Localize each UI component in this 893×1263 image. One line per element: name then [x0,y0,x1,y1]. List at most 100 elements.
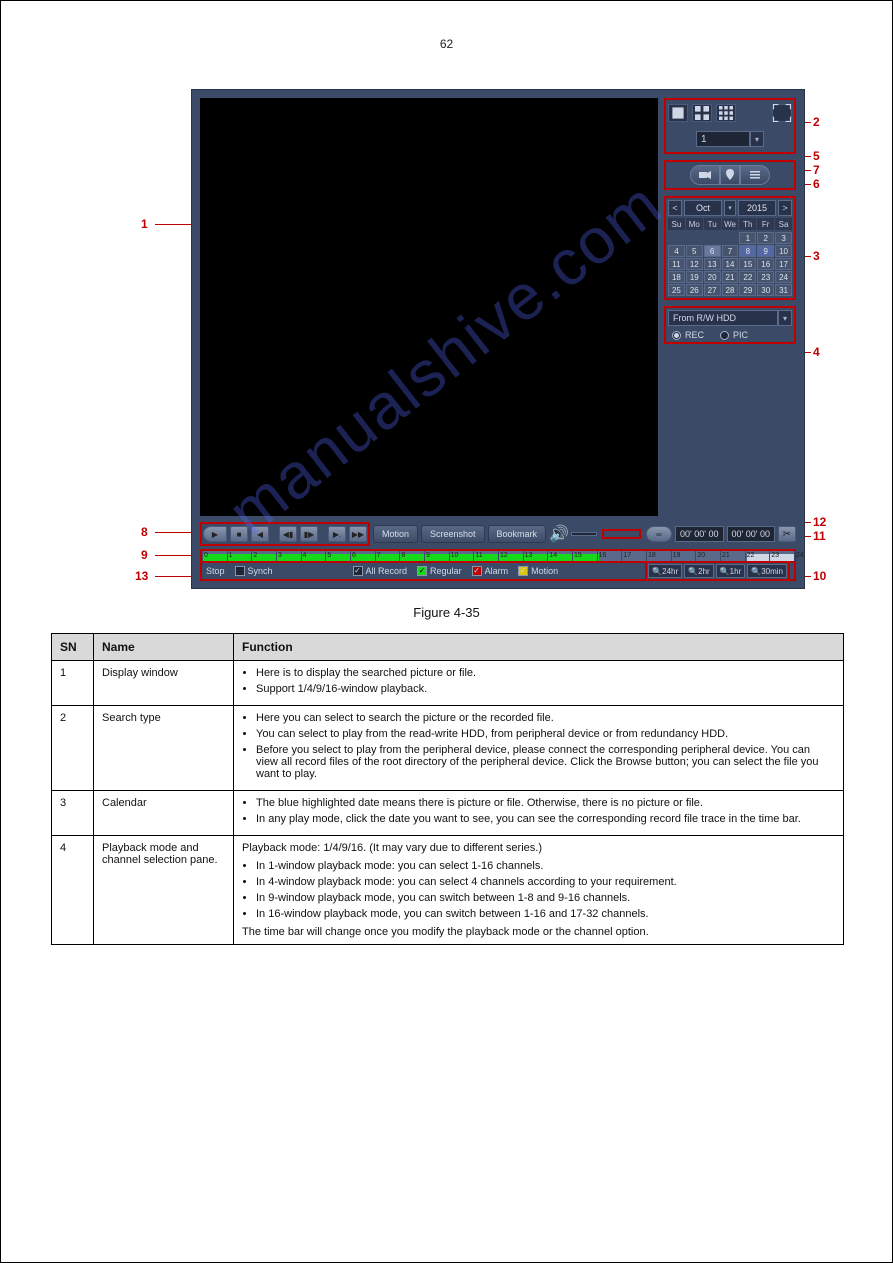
cal-day[interactable]: 8 [739,245,756,257]
list-icon-button[interactable] [740,165,770,185]
axis-toggle-button[interactable]: ∞ [646,526,672,542]
cal-day[interactable]: 25 [668,284,685,296]
marker-icon-button[interactable] [720,165,740,185]
cal-year[interactable]: 2015 [738,200,776,216]
cal-prev-button[interactable]: < [668,200,682,216]
pic-radio[interactable]: PIC [720,330,748,340]
layout-2x2-button[interactable] [692,104,712,122]
cal-day[interactable]: 3 [775,232,792,244]
cal-day [668,232,685,244]
step-back-button[interactable]: ◀▮ [279,526,297,542]
cal-day[interactable]: 29 [739,284,756,296]
layout-3x3-button[interactable] [716,104,736,122]
channel-dropdown-icon[interactable]: ▾ [750,131,764,147]
cal-day[interactable]: 15 [739,258,756,270]
reverse-play-button[interactable]: ◀ [251,526,269,542]
annotation-10: 10 [813,569,826,583]
play-button[interactable]: ▶ [203,526,227,542]
regular-checkbox[interactable]: ✓Regular [417,566,462,576]
cal-day[interactable]: 24 [775,271,792,283]
table-row: 1Display windowHere is to display the se… [52,661,844,706]
synch-checkbox[interactable]: Synch [235,566,273,576]
cal-day[interactable]: 9 [757,245,774,257]
video-display-area[interactable] [200,98,658,516]
annotation-6: 6 [813,177,820,191]
cal-day[interactable]: 7 [722,245,739,257]
step-forward-button[interactable]: ▮▶ [300,526,318,542]
cal-day[interactable]: 30 [757,284,774,296]
cal-day[interactable]: 2 [757,232,774,244]
cal-day[interactable]: 13 [704,258,721,270]
annotation-8: 8 [141,525,148,539]
cal-day[interactable]: 6 [704,245,721,257]
source-dropdown-icon[interactable]: ▾ [778,310,792,326]
checkbox-yellow-icon: ✓ [518,566,528,576]
table-row: 3CalendarThe blue highlighted date means… [52,791,844,836]
cal-day[interactable]: 27 [704,284,721,296]
annotation-7: 7 [813,163,820,177]
channel-select[interactable]: 1 ▾ [668,128,792,150]
motion-checkbox[interactable]: ✓Motion [518,566,558,576]
cell-function: The blue highlighted date means there is… [234,791,844,836]
all-record-checkbox[interactable]: ✓All Record [353,566,408,576]
channel-value[interactable]: 1 [696,131,750,147]
document-page: 62 1 8 9 13 2 5 7 6 3 4 12 11 10 [0,0,893,1263]
annotation-2: 2 [813,115,820,129]
cal-month-dropdown-icon[interactable]: ▾ [724,200,736,216]
cal-day[interactable]: 10 [775,245,792,257]
fast-button[interactable]: ▶▶ [349,526,367,542]
zoom-30min-button[interactable]: 🔍30min [747,564,787,578]
alarm-checkbox[interactable]: ✓Alarm [472,566,509,576]
cal-day[interactable]: 28 [722,284,739,296]
zoom-2hr-button[interactable]: 🔍2hr [684,564,714,578]
th-name: Name [94,634,234,661]
cal-day[interactable]: 4 [668,245,685,257]
cal-day[interactable]: 12 [686,258,703,270]
cell-name: Calendar [94,791,234,836]
motion-button[interactable]: Motion [373,525,418,543]
volume-control[interactable]: 🔊 [549,524,597,544]
right-panel: 1 ▾ < Oct ▾ [664,98,796,350]
status-bar: Stop Synch ✓All Record ✓Regular ✓Alarm ✓… [200,561,796,581]
cal-day[interactable]: 19 [686,271,703,283]
layout-1x1-button[interactable] [668,104,688,122]
checkbox-red-icon: ✓ [472,566,482,576]
cell-sn: 1 [52,661,94,706]
fullscreen-button[interactable] [772,104,792,122]
cal-day[interactable]: 20 [704,271,721,283]
stop-button[interactable]: ■ [230,526,248,542]
radio-on-icon [672,331,681,340]
cal-day[interactable]: 18 [668,271,685,283]
checkbox-green-icon: ✓ [417,566,427,576]
zoom-24hr-button[interactable]: 🔍24hr [648,564,682,578]
cal-day[interactable]: 5 [686,245,703,257]
cal-dayhead: We [722,218,739,230]
zoom-1hr-button[interactable]: 🔍1hr [716,564,746,578]
calendar-box: < Oct ▾ 2015 > SuMoTuWeThFrSa 1234567891… [664,196,796,300]
bookmark-button[interactable]: Bookmark [488,525,547,543]
annotation-12: 12 [813,515,826,529]
cal-day[interactable]: 22 [739,271,756,283]
cal-dayhead: Su [668,218,685,230]
slow-button[interactable]: ▶. [328,526,346,542]
cal-day [686,232,703,244]
cell-function: Here is to display the searched picture … [234,661,844,706]
cal-day[interactable]: 1 [739,232,756,244]
cal-day[interactable]: 23 [757,271,774,283]
clip-button[interactable]: ✂ [778,526,796,542]
cal-day[interactable]: 16 [757,258,774,270]
rec-radio[interactable]: REC [672,330,704,340]
cal-day[interactable]: 17 [775,258,792,270]
cal-day[interactable]: 26 [686,284,703,296]
screenshot-button[interactable]: Screenshot [421,525,485,543]
cal-day[interactable]: 31 [775,284,792,296]
cal-day[interactable]: 11 [668,258,685,270]
cell-name: Search type [94,706,234,791]
cal-next-button[interactable]: > [778,200,792,216]
playback-controls-row: ▶ ■ ◀ ◀▮ ▮▶ ▶. ▶▶ Motion Screenshot Book… [200,522,796,546]
source-select[interactable]: From R/W HDD [668,310,778,326]
cal-month[interactable]: Oct [684,200,722,216]
cal-day[interactable]: 21 [722,271,739,283]
camera-icon-button[interactable] [690,165,720,185]
cal-day[interactable]: 14 [722,258,739,270]
